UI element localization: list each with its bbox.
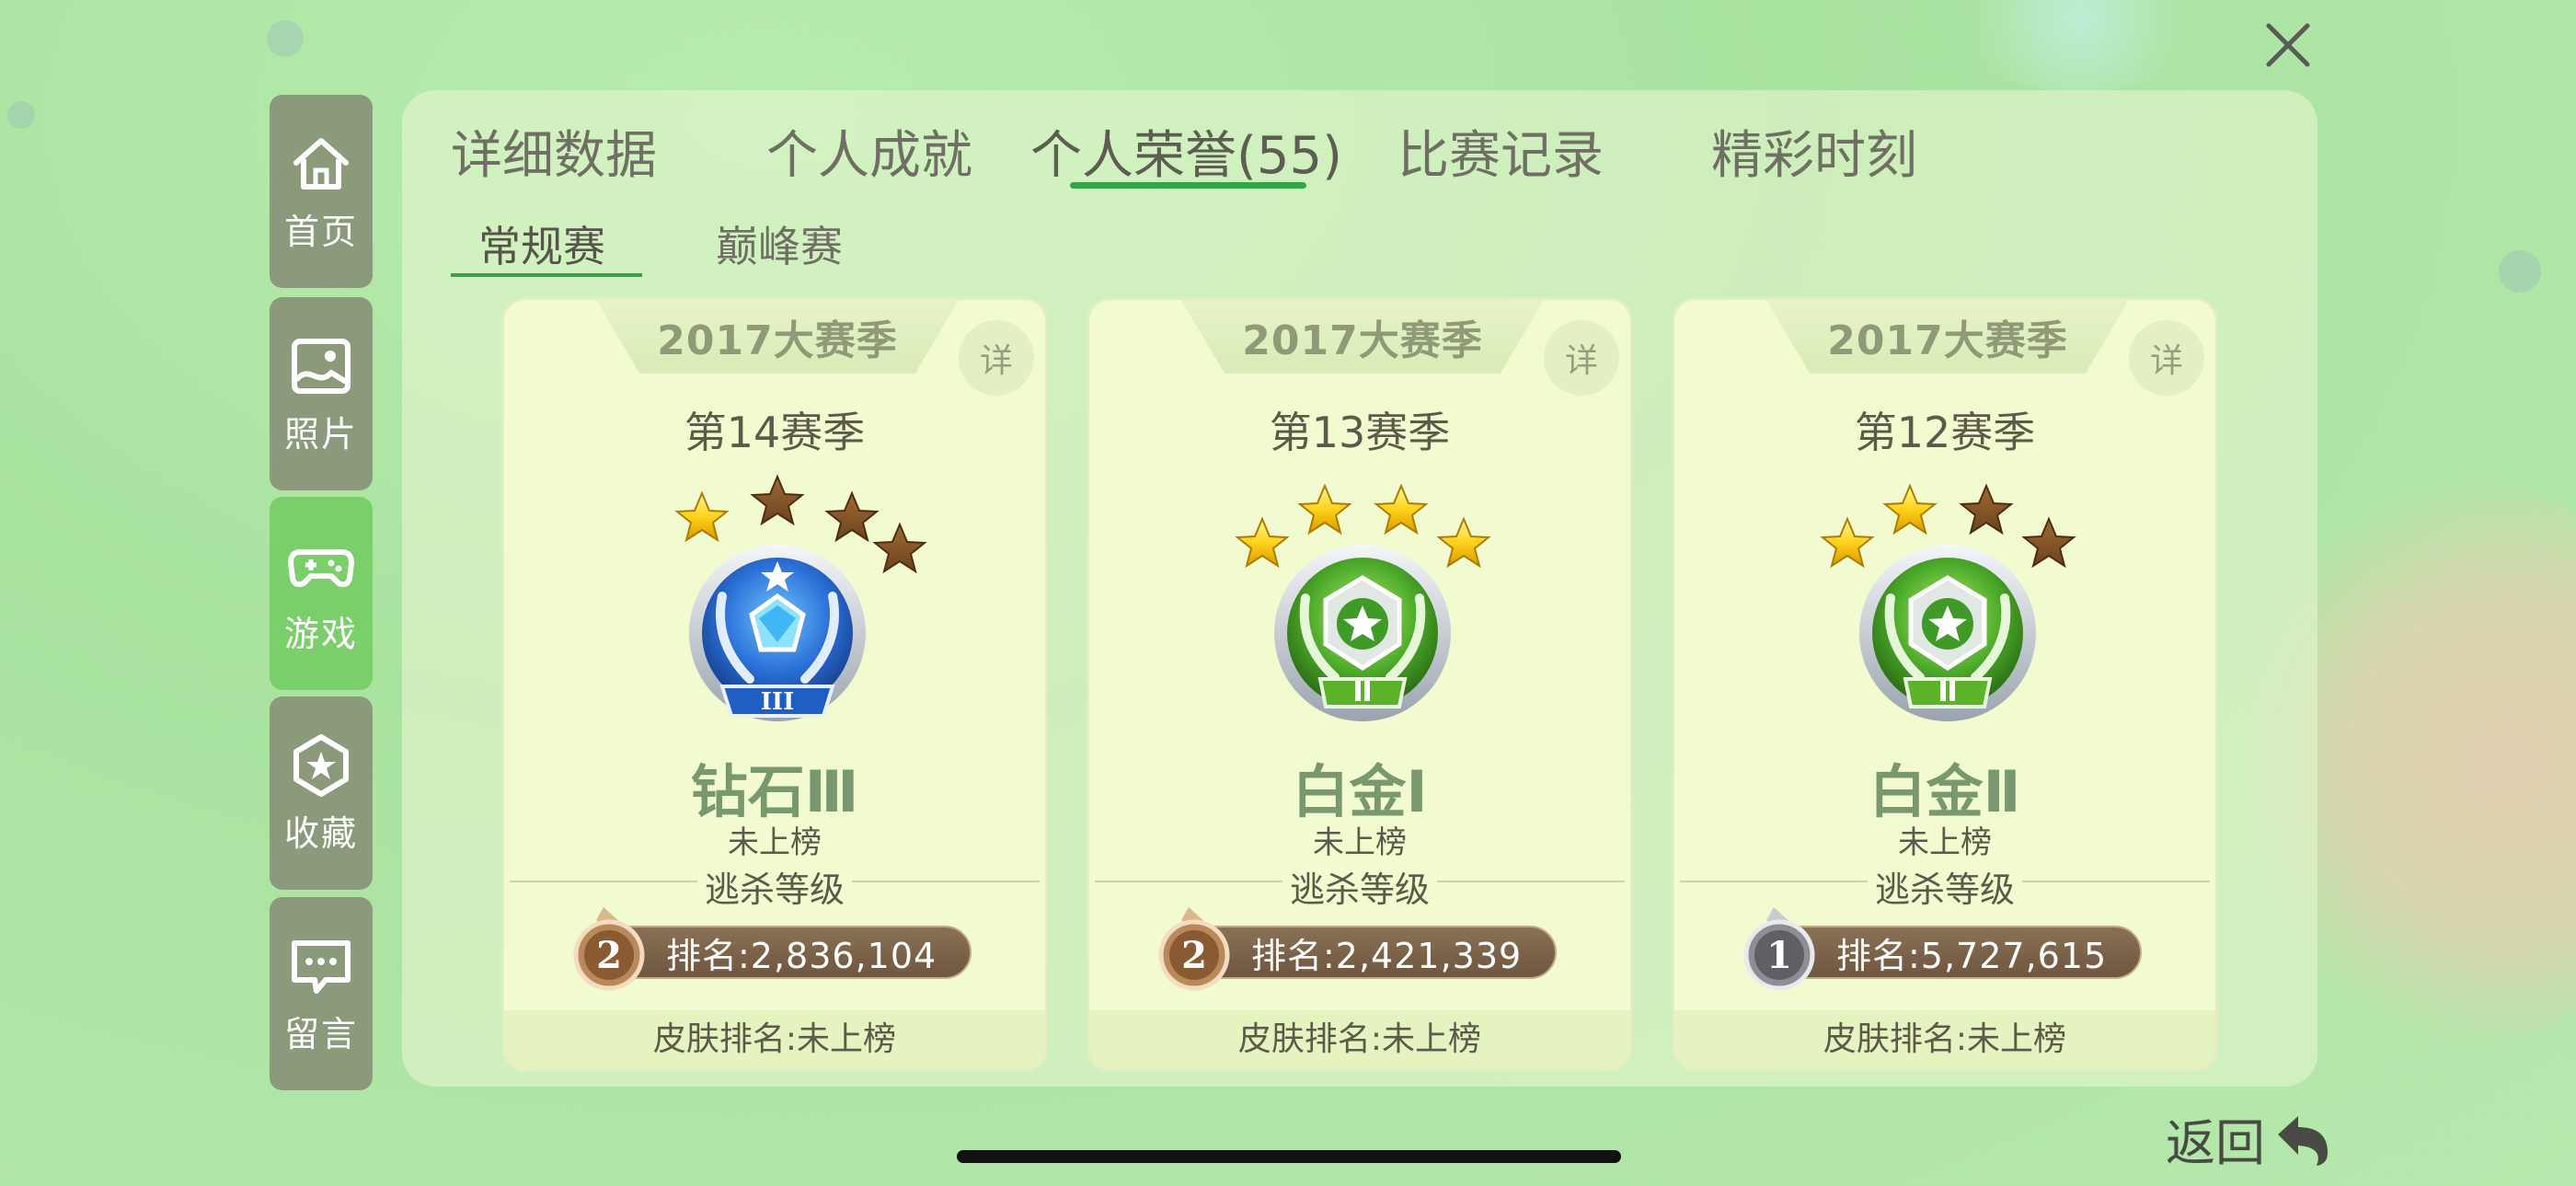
home-indicator [957, 1150, 1621, 1163]
svg-text:1: 1 [1766, 934, 1792, 977]
silver-medal-icon: 1 [1743, 907, 1815, 991]
season-card: 2017大赛季 详 第14赛季 III 钻石Ⅲ 未上榜 逃杀等级 排名:2,83… [501, 297, 1048, 1072]
sidebar-item-label: 收藏 [283, 812, 358, 854]
back-button[interactable]: 返回 [2166, 1102, 2335, 1175]
star-icon [824, 490, 880, 543]
subtab-regular-season[interactable]: 常规赛 [478, 213, 605, 274]
gamepad-icon [288, 548, 354, 587]
star-badge-icon [293, 733, 349, 797]
leaderboard-status: 未上榜 [728, 824, 822, 861]
star-icon [872, 522, 927, 574]
season-ribbon: 2017大赛季 [596, 300, 959, 374]
tab-highlights[interactable]: 精彩时刻 [1711, 114, 1917, 189]
close-icon [2266, 23, 2310, 67]
star-icon [750, 474, 805, 526]
sidebar-item-label: 游戏 [283, 613, 358, 654]
tab-detailed-data[interactable]: 详细数据 [451, 114, 657, 189]
leaderboard-status: 未上榜 [1898, 824, 1992, 861]
rank-name: 钻石Ⅲ [690, 758, 859, 825]
star-icon [1374, 483, 1429, 535]
detail-button[interactable]: 详 [959, 320, 1034, 396]
skin-rank: 皮肤排名:未上榜 [1674, 1010, 2215, 1069]
sidebar-item-label: 照片 [283, 413, 358, 455]
ribbon-label: 2017大赛季 [1242, 317, 1483, 364]
background-speck [7, 101, 35, 129]
active-subtab-indicator [451, 273, 642, 277]
background-speck [2499, 250, 2541, 293]
sidebar-item-home[interactable]: 首页 [270, 95, 373, 288]
season-card: 2017大赛季 详 第12赛季 白金Ⅱ 未上榜 逃杀等级 排名:5,727,61… [1672, 297, 2218, 1072]
star-icon [1959, 483, 2014, 535]
message-icon [292, 939, 351, 994]
detail-button[interactable]: 详 [1544, 320, 1619, 396]
sidebar-item-favorites[interactable]: 收藏 [270, 697, 373, 890]
leaderboard-status: 未上榜 [1313, 824, 1407, 861]
subtab-peak-season[interactable]: 巅峰赛 [716, 213, 843, 274]
ribbon-label: 2017大赛季 [1827, 317, 2068, 364]
photo-icon [292, 338, 351, 394]
sidebar-item-label: 留言 [283, 1013, 358, 1054]
season-ribbon: 2017大赛季 [1181, 300, 1544, 374]
level-label-text: 逃杀等级 [696, 869, 852, 910]
star-icon [1297, 483, 1352, 535]
platinum-emblem-icon [1859, 545, 2036, 721]
rank-name: 白金Ⅰ [1292, 758, 1428, 825]
home-icon [293, 137, 349, 190]
level-label-text: 逃杀等级 [1282, 869, 1437, 910]
tab-match-history[interactable]: 比赛记录 [1397, 114, 1604, 189]
silver-medal-icon: 2 [573, 907, 645, 991]
level-label-text: 逃杀等级 [1867, 869, 2022, 910]
season-ribbon: 2017大赛季 [1766, 300, 2129, 374]
diamond-emblem-icon: III [689, 545, 866, 721]
sidebar-item-games[interactable]: 游戏 [270, 497, 373, 690]
svg-text:2: 2 [596, 934, 622, 977]
background-speck [267, 20, 304, 57]
svg-text:2: 2 [1181, 934, 1207, 977]
silver-medal-icon: 2 [1158, 907, 1230, 991]
sidebar-item-messages[interactable]: 留言 [270, 897, 373, 1090]
background-glow [1950, 0, 2208, 92]
active-tab-indicator [1070, 182, 1306, 189]
skin-rank: 皮肤排名:未上榜 [1089, 1010, 1630, 1069]
close-button[interactable] [2261, 18, 2315, 72]
sidebar-item-photos[interactable]: 照片 [270, 297, 373, 490]
sidebar-item-label: 首页 [283, 211, 358, 252]
ribbon-label: 2017大赛季 [657, 317, 898, 364]
star-icon [674, 490, 730, 543]
skin-rank: 皮肤排名:未上榜 [504, 1010, 1045, 1069]
rank-name: 白金Ⅱ [1869, 758, 2021, 825]
back-label: 返回 [2166, 1114, 2265, 1172]
season-card: 2017大赛季 详 第13赛季 白金Ⅰ 未上榜 逃杀等级 排名:2,421,33… [1087, 297, 1633, 1072]
svg-text:III: III [761, 688, 795, 716]
platinum-emblem-icon [1274, 545, 1451, 721]
tab-achievements[interactable]: 个人成就 [766, 114, 972, 189]
detail-button[interactable]: 详 [2129, 320, 2204, 396]
star-icon [1882, 483, 1938, 535]
tab-honors[interactable]: 个人荣誉(55) [1030, 114, 1342, 189]
return-arrow-icon [2278, 1115, 2328, 1166]
